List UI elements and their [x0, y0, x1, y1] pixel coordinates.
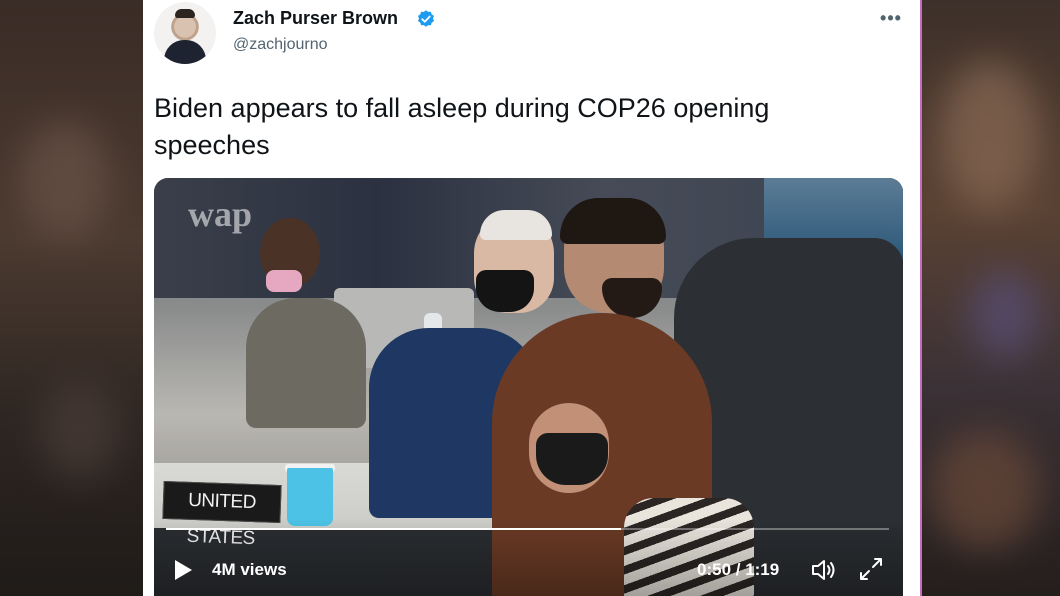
verified-badge-icon: [418, 10, 434, 27]
avatar[interactable]: [154, 2, 216, 64]
fullscreen-icon[interactable]: [858, 556, 884, 582]
video-scene-person: [476, 270, 534, 312]
video-scene-person: [246, 298, 366, 428]
more-horizontal-icon: •••: [880, 8, 902, 28]
video-scene-person: [266, 270, 302, 292]
blurred-background-left: [0, 0, 143, 596]
video-player[interactable]: wap UNITED STATES 4M views 0:50 / 1:19: [154, 178, 903, 596]
video-progress-fill: [166, 528, 622, 530]
author-handle[interactable]: @zachjourno: [233, 36, 328, 54]
play-icon[interactable]: [172, 558, 194, 582]
view-count: 4M views: [212, 560, 287, 579]
tweet-text: Biden appears to fall asleep during COP2…: [154, 93, 770, 160]
blurred-background-right: [920, 0, 1060, 596]
video-progress-bar[interactable]: [166, 528, 889, 530]
more-options-button[interactable]: •••: [879, 8, 903, 28]
author-name[interactable]: Zach Purser Brown: [233, 8, 398, 29]
volume-icon[interactable]: [810, 558, 838, 582]
video-scene-person: [536, 433, 608, 485]
tweet-card: Zach Purser Brown @zachjourno ••• Biden …: [143, 0, 922, 596]
video-time: 0:50 / 1:19: [697, 560, 780, 579]
country-placard: UNITED STATES: [162, 480, 282, 549]
video-scene-person: [480, 210, 552, 240]
watermark-logo: wap: [188, 194, 253, 234]
video-scene-person: [560, 198, 666, 244]
